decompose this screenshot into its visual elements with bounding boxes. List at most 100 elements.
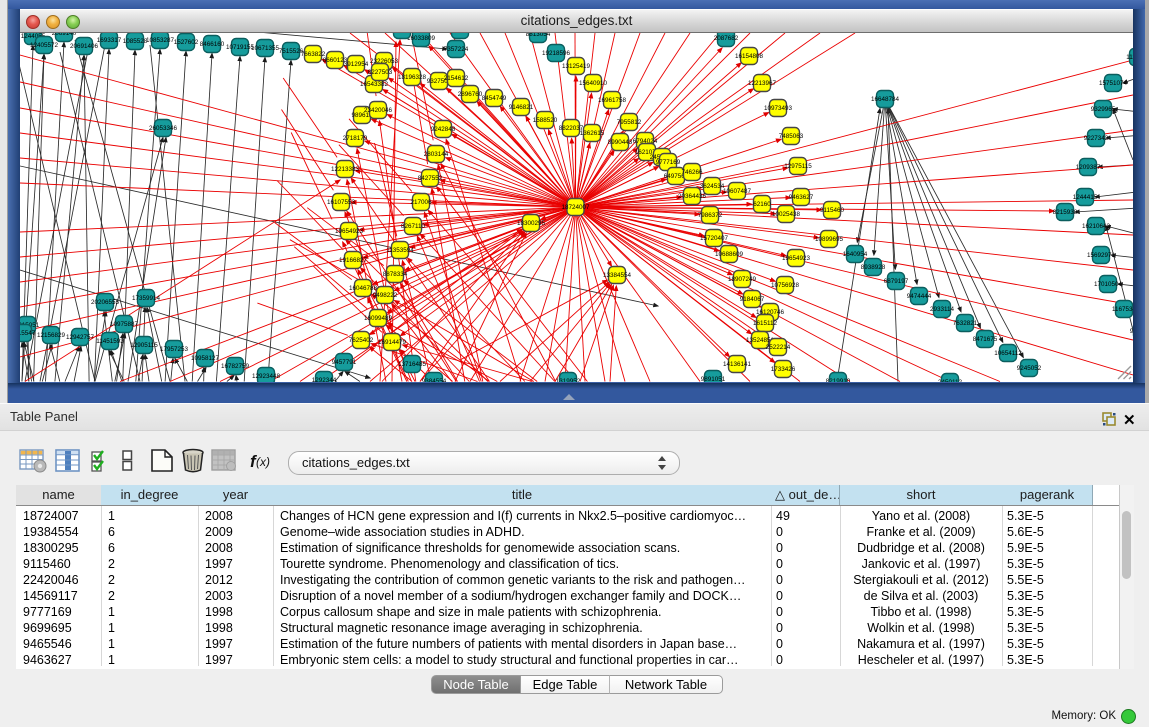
svg-text:12923448: 12923448 — [252, 373, 281, 380]
svg-text:19654923: 19654923 — [782, 255, 811, 262]
svg-text:8227503: 8227503 — [368, 69, 393, 76]
svg-text:26053346: 26053346 — [149, 125, 178, 132]
svg-text:7625402: 7625402 — [349, 337, 374, 344]
svg-text:1209387: 1209387 — [1076, 164, 1101, 171]
svg-text:7955812: 7955812 — [617, 119, 642, 126]
svg-text:746266: 746266 — [681, 169, 703, 176]
svg-text:16210643: 16210643 — [1082, 223, 1111, 230]
svg-text:10958127: 10958127 — [191, 355, 220, 362]
svg-text:19166827: 19166827 — [339, 257, 368, 264]
svg-text:2087682: 2087682 — [714, 35, 739, 42]
svg-text:9777169: 9777169 — [656, 159, 681, 166]
svg-text:18196328: 18196328 — [398, 74, 427, 81]
svg-text:1527602: 1527602 — [174, 39, 199, 46]
svg-text:10899695: 10899695 — [815, 236, 844, 243]
svg-text:9245052: 9245052 — [1130, 328, 1133, 335]
svg-text:12213383: 12213383 — [331, 166, 360, 173]
svg-text:2522214: 2522214 — [766, 344, 791, 351]
svg-text:8219910: 8219910 — [826, 378, 851, 382]
svg-text:10853287: 10853287 — [146, 37, 175, 44]
svg-text:1615112: 1615112 — [753, 320, 778, 327]
svg-text:15692971: 15692971 — [1087, 252, 1116, 259]
svg-text:10671355: 10671355 — [251, 45, 280, 52]
svg-text:1693317: 1693317 — [97, 37, 122, 44]
svg-text:1362615: 1362615 — [580, 130, 605, 137]
svg-text:8267110: 8267110 — [401, 223, 426, 230]
svg-text:7485063: 7485063 — [779, 133, 804, 140]
svg-text:2896760: 2896760 — [458, 91, 483, 98]
svg-text:2933114: 2933114 — [930, 306, 955, 313]
svg-text:16107553: 16107553 — [327, 199, 356, 206]
svg-text:20364436: 20364436 — [678, 193, 707, 200]
svg-text:1733426: 1733426 — [771, 366, 796, 373]
svg-text:13125419: 13125419 — [562, 63, 591, 70]
svg-text:16154808: 16154808 — [735, 53, 764, 60]
svg-text:13384554: 13384554 — [603, 272, 632, 279]
svg-text:18907249: 18907249 — [728, 276, 757, 283]
svg-text:17010504: 17010504 — [1094, 281, 1123, 288]
svg-text:16033809: 16033809 — [407, 35, 436, 42]
svg-text:10973493: 10973493 — [764, 105, 793, 112]
svg-text:3624534: 3624534 — [700, 183, 725, 190]
svg-text:14136141: 14136141 — [723, 361, 752, 368]
svg-text:10654112: 10654112 — [994, 350, 1022, 357]
svg-text:16046788: 16046788 — [349, 285, 378, 292]
svg-text:15720407: 15720407 — [700, 235, 729, 242]
svg-text:8878334: 8878334 — [383, 271, 408, 278]
svg-text:8813054: 8813054 — [526, 33, 551, 38]
svg-text:12905115: 12905115 — [130, 342, 158, 349]
svg-text:9891051: 9891051 — [701, 376, 726, 382]
svg-text:9329965: 9329965 — [1091, 106, 1116, 113]
svg-text:1085528: 1085528 — [123, 38, 148, 45]
svg-text:2718179: 2718179 — [343, 135, 368, 142]
svg-text:8454749: 8454749 — [482, 95, 507, 102]
svg-text:11451593: 11451593 — [96, 338, 124, 345]
svg-text:62160: 62160 — [753, 201, 771, 208]
svg-text:16099489: 16099489 — [364, 315, 393, 322]
svg-text:12213967: 12213967 — [748, 80, 777, 87]
svg-text:2450112: 2450112 — [938, 379, 963, 382]
svg-text:13716485: 13716485 — [398, 361, 427, 368]
svg-text:15751074: 15751074 — [1099, 80, 1128, 87]
svg-text:17359914: 17359914 — [132, 295, 161, 302]
svg-text:9457791: 9457791 — [332, 359, 357, 366]
svg-text:8990443: 8990443 — [608, 139, 633, 146]
svg-text:8215938: 8215938 — [1053, 209, 1078, 216]
svg-text:9245052: 9245052 — [1017, 365, 1042, 372]
svg-text:12156829: 12156829 — [37, 332, 66, 339]
svg-text:6879197: 6879197 — [884, 278, 909, 285]
svg-text:11353594: 11353594 — [386, 247, 414, 254]
svg-text:1640954: 1640954 — [843, 251, 868, 258]
svg-text:10607487: 10607487 — [723, 188, 752, 195]
svg-text:9384554: 9384554 — [422, 378, 447, 382]
svg-text:7632821: 7632821 — [953, 320, 978, 327]
svg-text:15640910: 15640910 — [579, 80, 608, 87]
svg-text:19654923: 19654923 — [335, 228, 364, 235]
svg-text:8466160: 8466160 — [200, 41, 225, 48]
svg-text:7357229: 7357229 — [448, 33, 473, 34]
svg-text:23420046: 23420046 — [364, 107, 393, 114]
svg-text:9463627: 9463627 — [789, 194, 814, 201]
svg-text:10688609: 10688609 — [715, 251, 744, 258]
svg-text:8938928: 8938928 — [861, 264, 886, 271]
svg-text:3915547: 3915547 — [20, 330, 36, 337]
svg-text:12975115: 12975115 — [784, 163, 812, 170]
svg-text:12405572: 12405572 — [30, 42, 59, 49]
svg-text:2154612: 2154612 — [444, 75, 469, 82]
svg-text:8427552: 8427552 — [418, 175, 443, 182]
svg-text:16648784: 16648784 — [871, 96, 900, 103]
svg-text:8471675: 8471675 — [973, 336, 998, 343]
svg-text:9498222: 9498222 — [373, 292, 398, 299]
svg-text:18724007: 18724007 — [561, 204, 590, 211]
svg-text:20206555: 20206555 — [91, 299, 120, 306]
svg-text:9184067: 9184067 — [740, 296, 765, 303]
svg-text:9146821: 9146821 — [509, 104, 534, 111]
svg-text:(x): (x) — [256, 455, 270, 469]
svg-text:1319952: 1319952 — [556, 378, 581, 382]
svg-text:9115460: 9115460 — [820, 207, 845, 214]
svg-text:16961758: 16961758 — [598, 97, 627, 104]
svg-text:18300295: 18300295 — [517, 220, 546, 227]
svg-text:12942757: 12942757 — [66, 334, 95, 341]
svg-text:10025438: 10025438 — [772, 211, 801, 218]
svg-text:16914479: 16914479 — [378, 339, 407, 346]
